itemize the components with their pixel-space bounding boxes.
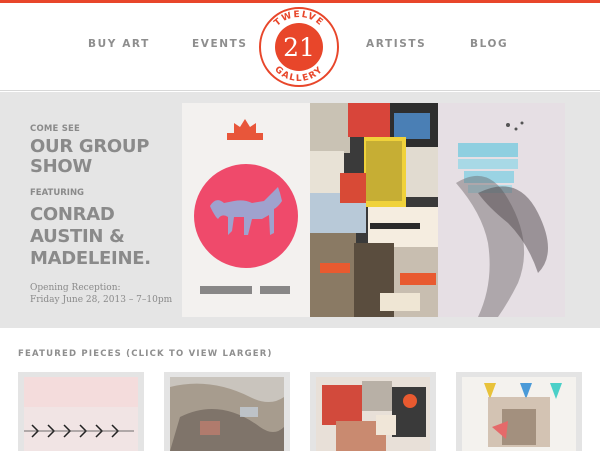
- site-header: BUY ART EVENTS ARTISTS BLOG TWELVE 21 GA…: [0, 3, 600, 91]
- featured-thumb-2[interactable]: [164, 372, 290, 451]
- hero-artwork-collage[interactable]: [310, 103, 438, 317]
- show-title-line-1: OUR GROUP: [30, 136, 150, 157]
- hero-artwork-donkey[interactable]: [182, 103, 310, 317]
- collage-artwork-image: [310, 103, 438, 317]
- featured-pieces-heading: FEATURED PIECES (CLICK TO VIEW LARGER): [18, 349, 273, 359]
- hero-kicker: COME SEE: [30, 124, 81, 134]
- featured-thumb-3[interactable]: [310, 372, 436, 451]
- artists-line-2: AUSTIN &: [30, 226, 125, 247]
- thumb-2-image: [170, 377, 284, 451]
- featured-artists: CONRAD AUSTIN & MADELEINE.: [30, 204, 180, 270]
- thumb-3-image: [316, 377, 430, 451]
- hero-artwork-ink[interactable]: [438, 103, 565, 317]
- gallery-logo[interactable]: TWELVE 21 GALLERY: [257, 5, 341, 89]
- nav-blog[interactable]: BLOG: [470, 38, 508, 50]
- featuring-label: FEATURING: [30, 188, 85, 198]
- show-title: OUR GROUP SHOW: [30, 137, 180, 177]
- featured-thumb-4[interactable]: [456, 372, 582, 451]
- thumb-4-image: [462, 377, 576, 451]
- artists-line-1: CONRAD: [30, 204, 115, 225]
- nav-artists[interactable]: ARTISTS: [366, 38, 426, 50]
- thumb-1-image: [24, 377, 138, 451]
- show-title-line-2: SHOW: [30, 156, 92, 177]
- ink-artwork-image: [438, 103, 565, 317]
- opening-line-1: Opening Reception:: [30, 283, 121, 293]
- donkey-artwork-image: [182, 103, 310, 317]
- logo-number: 21: [283, 33, 315, 62]
- artists-line-3: MADELEINE.: [30, 248, 151, 269]
- nav-buy-art[interactable]: BUY ART: [88, 38, 150, 50]
- opening-line-2: Friday June 28, 2013 – 7–10pm: [30, 295, 173, 305]
- nav-events[interactable]: EVENTS: [192, 38, 248, 50]
- featured-thumb-1[interactable]: [18, 372, 144, 451]
- opening-reception: Opening Reception: Friday June 28, 2013 …: [30, 282, 180, 306]
